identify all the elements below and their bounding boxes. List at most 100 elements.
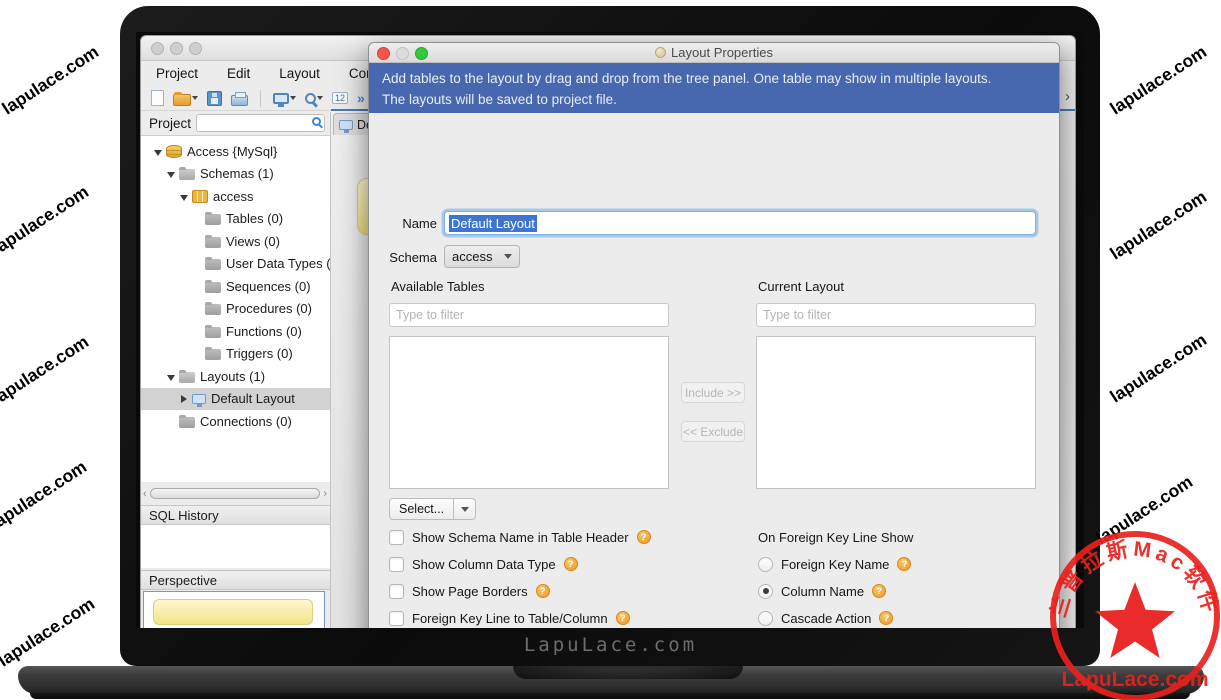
help-badge-icon[interactable]: ?: [536, 584, 550, 598]
watermark-text: lapulace.com: [0, 593, 99, 671]
scrollbar-thumb[interactable]: [150, 488, 321, 499]
radio-icon[interactable]: [758, 557, 773, 572]
collapsed-arrow-icon[interactable]: [181, 395, 187, 403]
help-badge-icon[interactable]: ?: [616, 611, 630, 625]
minimize-window-button[interactable]: [170, 42, 183, 55]
dialog-minimize-button[interactable]: [396, 47, 409, 60]
checkbox-foreign-key-line[interactable]: Foreign Key Line to Table/Column ?: [389, 609, 630, 627]
close-window-button[interactable]: [151, 42, 164, 55]
project-search-field[interactable]: [196, 114, 325, 132]
horizontal-scrollbar[interactable]: ‹ ›: [143, 486, 327, 501]
print-button[interactable]: [231, 91, 248, 106]
dialog-zoom-button[interactable]: [415, 47, 428, 60]
sql-history-header[interactable]: SQL History: [141, 505, 330, 525]
chevron-down-icon: [461, 507, 469, 512]
radio-column-name[interactable]: Column Name ?: [758, 582, 886, 600]
toolbar-more-button[interactable]: »: [357, 90, 363, 106]
expanded-arrow-icon[interactable]: [167, 375, 175, 381]
tree-item-triggers[interactable]: Triggers (0): [141, 343, 330, 366]
folder-icon: [205, 349, 221, 360]
layout-name-input[interactable]: Default Layout: [444, 211, 1036, 235]
radio-cascade-action[interactable]: Cascade Action ?: [758, 609, 893, 627]
help-badge-icon[interactable]: ?: [897, 557, 911, 571]
select-button-label[interactable]: Select...: [389, 498, 454, 520]
expanded-arrow-icon[interactable]: [167, 172, 175, 178]
menu-edit[interactable]: Edit: [227, 66, 250, 81]
checkbox-icon[interactable]: [389, 611, 404, 626]
dialog-title: Layout Properties: [671, 45, 773, 60]
watermark-text: lapulace.com: [0, 181, 93, 259]
available-tables-list[interactable]: [389, 336, 669, 489]
layout-monitor-icon: [339, 120, 353, 130]
checkbox-show-schema-name[interactable]: Show Schema Name in Table Header ?: [389, 528, 651, 546]
select-dropdown-arrow[interactable]: [454, 498, 476, 520]
save-button[interactable]: [207, 91, 222, 106]
new-project-button[interactable]: [151, 90, 164, 106]
zoom-window-button[interactable]: [189, 42, 202, 55]
chevron-down-icon: [504, 254, 512, 259]
checkbox-show-column-data-type[interactable]: Show Column Data Type ?: [389, 555, 578, 573]
search-input[interactable]: [197, 115, 324, 131]
folder-icon: [205, 304, 221, 315]
laptop-base: [18, 666, 1204, 694]
presentation-button[interactable]: [273, 93, 296, 104]
radio-foreign-key-name[interactable]: Foreign Key Name ?: [758, 555, 911, 573]
zoom-button[interactable]: [305, 93, 323, 104]
tree-item-functions[interactable]: Functions (0): [141, 320, 330, 343]
page-size-button[interactable]: 12: [332, 92, 348, 104]
help-badge-icon[interactable]: ?: [637, 530, 651, 544]
tree-item-access-schema[interactable]: access: [141, 185, 330, 208]
toolbar-overflow-chevron[interactable]: ›: [1065, 88, 1070, 105]
tree-item-layouts[interactable]: Layouts (1): [141, 365, 330, 388]
schema-label: Schema: [382, 250, 437, 265]
tree-item-views[interactable]: Views (0): [141, 230, 330, 253]
checkbox-icon[interactable]: [389, 557, 404, 572]
screen: Project Edit Layout Connectio 12 » ›: [136, 32, 1084, 628]
folder-icon: [205, 237, 221, 248]
current-layout-list[interactable]: [756, 336, 1036, 489]
expanded-arrow-icon[interactable]: [180, 195, 188, 201]
printer-icon: [231, 95, 248, 106]
name-label: Name: [382, 216, 437, 231]
dropdown-caret-icon: [317, 96, 323, 100]
tree-item-connections[interactable]: Connections (0): [141, 410, 330, 433]
exclude-button[interactable]: << Exclude: [681, 421, 745, 442]
available-filter-input[interactable]: [389, 303, 669, 327]
tree-item-schemas[interactable]: Schemas (1): [141, 163, 330, 186]
help-badge-icon[interactable]: ?: [879, 611, 893, 625]
open-folder-icon: [173, 94, 191, 106]
scroll-left-arrow[interactable]: ‹: [143, 488, 147, 500]
checkbox-icon[interactable]: [389, 530, 404, 545]
tree-item-default-layout[interactable]: Default Layout: [141, 388, 330, 411]
dropdown-caret-icon: [290, 96, 296, 100]
schema-icon: [192, 190, 208, 203]
menu-layout[interactable]: Layout: [279, 66, 320, 81]
tree-item-user-data-types[interactable]: User Data Types (0): [141, 253, 330, 276]
schema-dropdown[interactable]: access: [444, 245, 520, 268]
dialog-close-button[interactable]: [377, 47, 390, 60]
laptop-base-shadow: [30, 693, 1190, 699]
tree-item-procedures[interactable]: Procedures (0): [141, 298, 330, 321]
selected-text: Default Layout: [449, 215, 537, 232]
stamp-watermark: 兰普拉斯Mac软件 LapuLace.com: [1040, 528, 1221, 700]
help-badge-icon[interactable]: ?: [872, 584, 886, 598]
current-filter-input[interactable]: [756, 303, 1036, 327]
menu-project[interactable]: Project: [156, 66, 198, 81]
checkbox-show-page-borders[interactable]: Show Page Borders ?: [389, 582, 550, 600]
open-project-button[interactable]: [173, 91, 198, 106]
help-badge-icon[interactable]: ?: [564, 557, 578, 571]
folder-open-icon: [179, 372, 195, 383]
checkbox-icon[interactable]: [389, 584, 404, 599]
include-button[interactable]: Include >>: [681, 382, 745, 403]
expanded-arrow-icon[interactable]: [154, 150, 162, 156]
radio-selected-icon[interactable]: [758, 584, 773, 599]
project-panel-label: Project: [149, 116, 191, 131]
scroll-right-arrow[interactable]: ›: [323, 488, 327, 500]
project-sidebar: Project Access {MySql} Sc: [141, 112, 331, 628]
tree-item-tables[interactable]: Tables (0): [141, 208, 330, 231]
tree-item-database[interactable]: Access {MySql}: [141, 140, 330, 163]
tree-item-sequences[interactable]: Sequences (0): [141, 275, 330, 298]
perspective-header[interactable]: Perspective: [141, 570, 330, 590]
radio-icon[interactable]: [758, 611, 773, 626]
select-split-button[interactable]: Select...: [389, 498, 476, 520]
